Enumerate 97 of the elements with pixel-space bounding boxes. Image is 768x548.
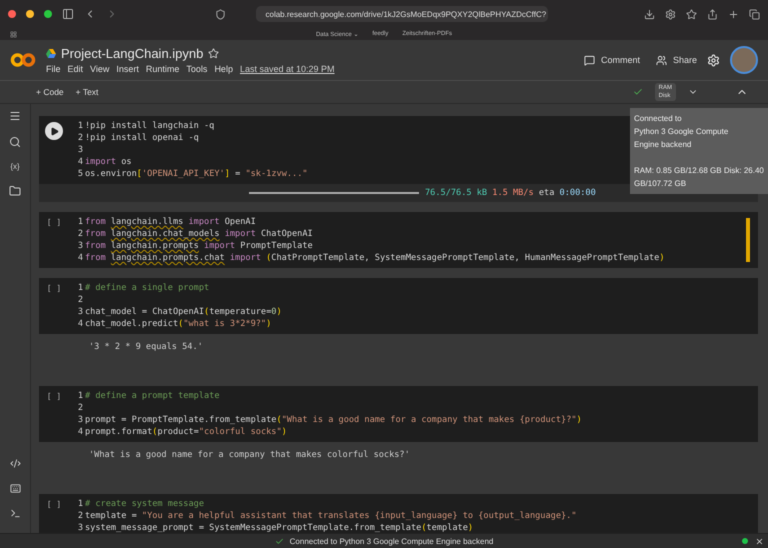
star-icon: [208, 48, 220, 59]
minimize-window-button[interactable]: [26, 10, 34, 18]
line-number: 4: [76, 253, 83, 263]
menu-item[interactable]: Help: [214, 64, 233, 74]
people-icon: [656, 54, 667, 66]
code-line: !pip install openai -q: [85, 133, 199, 143]
line-number: 4: [76, 319, 83, 329]
avatar[interactable]: [730, 46, 758, 74]
comment-button[interactable]: Comment: [584, 54, 640, 66]
code-line: system_message_prompt = SystemMessagePromptTemplate.from_template(template): [85, 523, 474, 533]
cell-output: '3 * 2 * 9 equals 54.': [89, 341, 203, 354]
folder-icon: [9, 185, 21, 197]
code-line: template = "You are a helpful assistant that translates {input_language} to {output_language}.": [85, 511, 577, 521]
download-icon: [644, 8, 655, 20]
check-icon: [632, 87, 643, 97]
menu-item[interactable]: Runtime: [146, 64, 180, 74]
menu-icon: [9, 110, 21, 122]
menu-item[interactable]: View: [90, 64, 110, 74]
close-icon: [755, 536, 764, 546]
grid-icon: [10, 30, 17, 38]
share-icon: [707, 8, 718, 20]
terminal-icon: [10, 508, 20, 519]
line-number: 1: [76, 217, 83, 227]
line-number: 3: [76, 241, 83, 251]
code-line: !pip install langchain -q: [85, 121, 214, 131]
line-number: 4: [76, 157, 83, 167]
code-line: from langchain.llms import OpenAI: [85, 217, 256, 227]
tooltip-text: Connected to: [634, 113, 683, 125]
add-code-button[interactable]: + Code: [36, 87, 64, 97]
code-line: from langchain.prompts import PromptTemplate: [85, 241, 313, 251]
code-cell[interactable]: [39, 494, 758, 533]
check-icon: [274, 536, 284, 546]
line-number: 2: [76, 229, 83, 239]
maximize-window-button[interactable]: [44, 10, 52, 18]
new-tab-icon: [728, 8, 739, 20]
line-number: 4: [76, 427, 83, 437]
line-number: 2: [76, 133, 83, 143]
tooltip-text: Engine backend: [634, 139, 692, 151]
search-icon: [9, 136, 21, 148]
share-button[interactable]: Share: [656, 54, 697, 66]
code-line: # create system message: [85, 499, 204, 509]
line-number: 3: [76, 307, 83, 317]
variables-icon[interactable]: {x}: [10, 162, 20, 171]
execution-count: [ ]: [46, 218, 62, 229]
code-line: os.environ['OPENAI_API_KEY'] = "sk-1zvw...": [85, 169, 308, 179]
code-line: prompt.format(product="colorful socks"): [85, 427, 287, 437]
code-cell[interactable]: [ ] 1 # define a prompt template 2 3 prompt = PromptTemplate.from_template("What is a good name for a company that makes {product}?") 4 prompt.format(product="colorful socks"): [39, 386, 758, 442]
address-bar[interactable]: colab.research.google.com/drive/1kJ2GsMoEDqx9PQXY2QlBePHYAZDcCffC?: [256, 6, 548, 22]
line-number: 2: [76, 295, 83, 305]
shield-icon: [214, 8, 226, 20]
code-line: chat_model.predict("what is 3*2*9?"): [85, 319, 272, 329]
cell-output: 'What is a good name for a company that makes colorful socks?': [89, 449, 410, 462]
sidebar-toggle-icon: [62, 8, 74, 20]
line-number: 1: [76, 499, 83, 509]
code-line: import os: [85, 157, 132, 167]
tabs-icon: [749, 8, 760, 20]
drive-icon: [46, 49, 56, 58]
code-line: chat_model = ChatOpenAI(temperature=0): [85, 307, 282, 317]
menu-item[interactable]: File: [46, 64, 61, 74]
star-icon: [686, 8, 697, 20]
line-number: 3: [76, 415, 83, 425]
settings-icon: [665, 8, 676, 20]
play-icon: [50, 126, 58, 136]
code-line: # define a single prompt: [85, 283, 210, 293]
line-number: 1: [76, 283, 83, 293]
comment-icon: [584, 54, 595, 66]
close-window-button[interactable]: [8, 10, 16, 18]
keyboard-icon: [10, 483, 20, 494]
execution-count: [ ]: [46, 392, 62, 403]
line-number: 2: [76, 403, 83, 413]
menu-item[interactable]: Edit: [68, 64, 84, 74]
notebook-title[interactable]: Project-LangChain.ipynb: [61, 46, 204, 61]
last-saved-link[interactable]: Last saved at 10:29 PM: [240, 64, 335, 74]
line-number: 3: [76, 145, 83, 155]
execution-count: [ ]: [46, 284, 62, 295]
menu-item[interactable]: Insert: [116, 64, 139, 74]
code-cell[interactable]: [39, 212, 758, 268]
settings-icon: [707, 54, 720, 66]
line-number: 5: [76, 169, 83, 179]
download-status: 76.5/76.5 kB 1.5 MB/s eta 0:00:00: [425, 188, 596, 198]
execution-count: [ ]: [46, 500, 62, 511]
line-number: 1: [76, 121, 83, 131]
status-text: Connected to Python 3 Google Compute Engine backend: [290, 536, 494, 546]
code-line: prompt = PromptTemplate.from_template("What is a good name for a company that makes {product}?"): [85, 415, 582, 425]
line-number: 3: [76, 523, 83, 533]
code-line: # define a prompt template: [85, 391, 220, 401]
logo-icon: [10, 52, 36, 68]
tooltip-text: Python 3 Google Compute: [634, 126, 730, 138]
line-number: 1: [76, 391, 83, 401]
code-cell[interactable]: [ ] 1 # define a single prompt 2 3 chat_model = ChatOpenAI(temperature=0) 4 chat_model.predict("what is 3*2*9?"): [39, 278, 758, 334]
line-number: 2: [76, 511, 83, 521]
code-line: from langchain.prompts.chat import (ChatPromptTemplate, SystemMessagePromptTemplate, HumanMessagePromptTemplate): [85, 253, 665, 263]
run-button[interactable]: [45, 122, 63, 140]
add-text-button[interactable]: + Text: [76, 87, 98, 97]
code-icon: [10, 458, 20, 469]
menu-item[interactable]: Tools: [186, 64, 208, 74]
code-line: from langchain.chat_models import ChatOpenAI: [85, 229, 313, 239]
